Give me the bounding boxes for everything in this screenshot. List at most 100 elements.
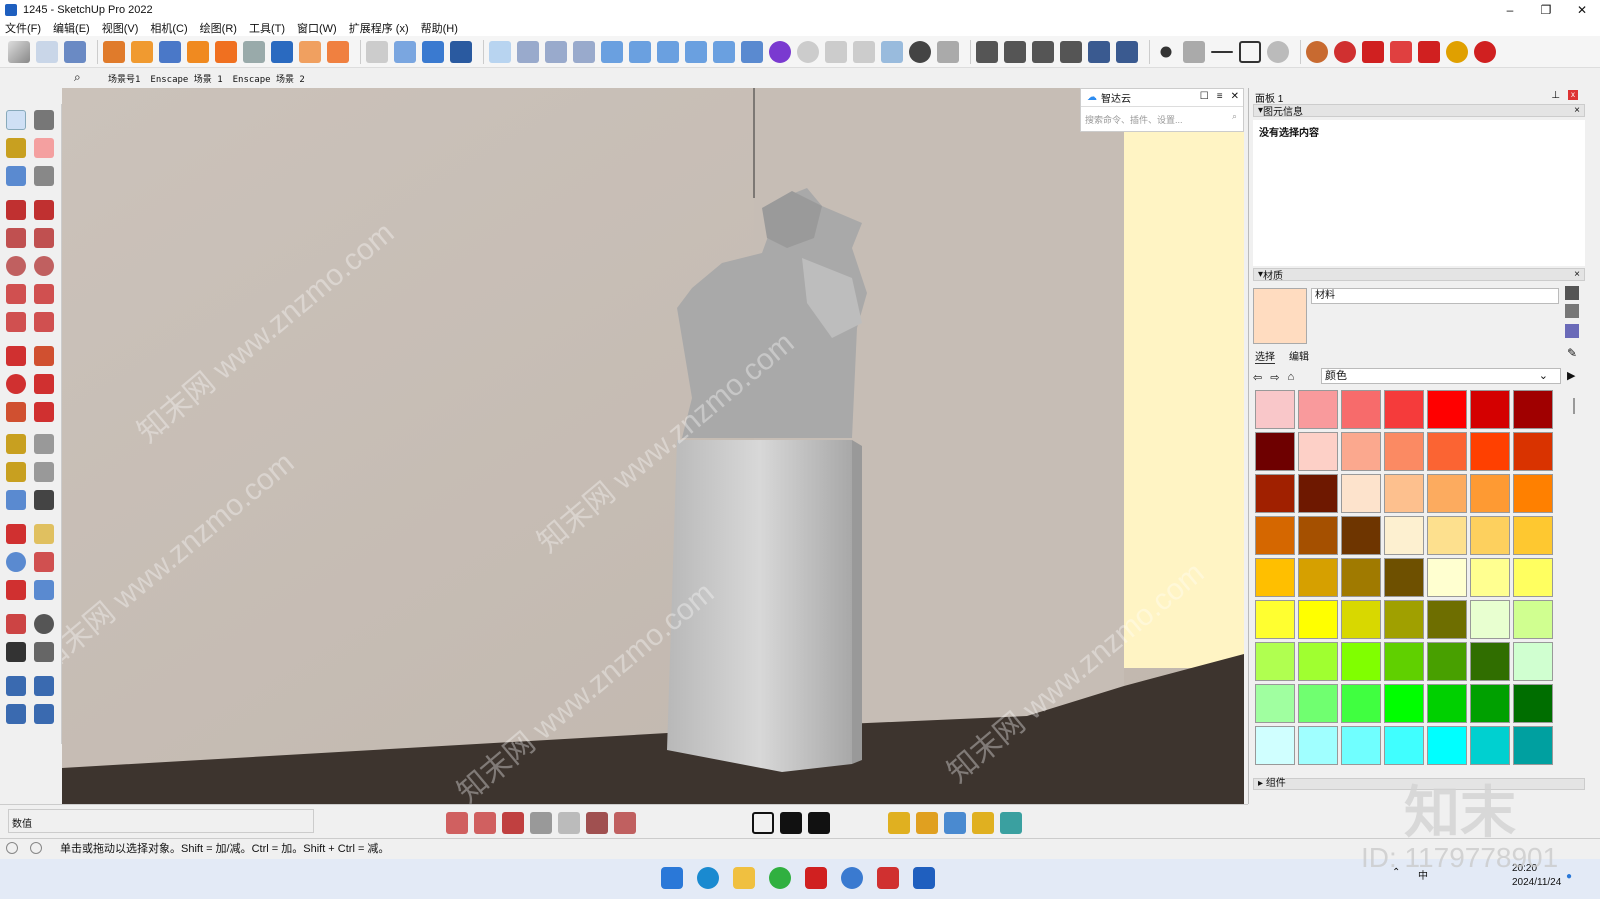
molecule-icon[interactable] bbox=[629, 40, 651, 63]
close-icon[interactable]: ✕ bbox=[1231, 91, 1239, 102]
orbit-tool-icon[interactable] bbox=[6, 524, 26, 544]
offset-icon[interactable] bbox=[34, 402, 54, 422]
color-swatch[interactable] bbox=[1470, 432, 1510, 471]
material-library-select[interactable]: 颜色 ⌄ bbox=[1321, 368, 1561, 384]
eraser-icon[interactable] bbox=[34, 138, 54, 158]
person-icon[interactable] bbox=[1000, 812, 1022, 834]
menu-edit[interactable]: 编辑(E) bbox=[53, 20, 90, 36]
color-swatch[interactable] bbox=[1513, 726, 1553, 765]
zoom-window-icon[interactable] bbox=[34, 552, 54, 572]
create-material-icon[interactable] bbox=[1565, 286, 1579, 300]
scene-tab[interactable]: Enscape 场景 2 bbox=[233, 72, 305, 85]
solid-icon[interactable] bbox=[502, 812, 524, 834]
pan-hand-icon[interactable] bbox=[34, 524, 54, 544]
view-front-icon[interactable] bbox=[1032, 40, 1054, 63]
square-icon[interactable] bbox=[1239, 40, 1261, 63]
color-swatch[interactable] bbox=[1384, 390, 1424, 429]
move-icon[interactable] bbox=[6, 346, 26, 366]
materials-header[interactable]: ▾ 材质 × bbox=[1253, 268, 1585, 282]
color-swatch[interactable] bbox=[1470, 684, 1510, 723]
color-swatch[interactable] bbox=[1513, 642, 1553, 681]
wps-icon[interactable] bbox=[877, 867, 899, 889]
video-icon[interactable] bbox=[825, 40, 847, 63]
color-swatch[interactable] bbox=[1384, 600, 1424, 639]
cloud-upload-icon[interactable] bbox=[573, 40, 595, 63]
move-cross-icon[interactable] bbox=[944, 812, 966, 834]
cloud-icon[interactable] bbox=[545, 40, 567, 63]
menu-tools[interactable]: 工具(T) bbox=[249, 20, 285, 36]
menu-file[interactable]: 文件(F) bbox=[5, 20, 41, 36]
component-icon[interactable] bbox=[6, 166, 26, 186]
color-swatch[interactable] bbox=[1384, 642, 1424, 681]
color-swatch[interactable] bbox=[1470, 642, 1510, 681]
crosshair-icon[interactable] bbox=[366, 40, 388, 63]
color-swatch[interactable] bbox=[1513, 390, 1553, 429]
notification-icon[interactable]: ● bbox=[1566, 871, 1572, 882]
color-swatch[interactable] bbox=[1384, 516, 1424, 555]
close-icon[interactable]: × bbox=[1574, 105, 1580, 116]
section-plane-icon[interactable] bbox=[34, 642, 54, 662]
color-swatch[interactable] bbox=[1513, 600, 1553, 639]
search-icon[interactable]: ⌕ bbox=[74, 70, 81, 85]
acrobat-icon[interactable] bbox=[805, 867, 827, 889]
frame-icon[interactable] bbox=[299, 40, 321, 63]
red-tag-icon[interactable] bbox=[1362, 40, 1384, 63]
color-swatch[interactable] bbox=[1384, 474, 1424, 513]
color-swatch[interactable] bbox=[1255, 558, 1295, 597]
curve-icon[interactable] bbox=[271, 40, 293, 63]
eyedropper-icon[interactable]: ✎ bbox=[1567, 346, 1577, 360]
close-icon[interactable]: ✕ bbox=[1564, 0, 1600, 20]
color-swatch[interactable] bbox=[1255, 600, 1295, 639]
paint-icon[interactable] bbox=[103, 40, 125, 63]
color-swatch[interactable] bbox=[1341, 726, 1381, 765]
color-swatch[interactable] bbox=[1341, 600, 1381, 639]
tab-edit[interactable]: 编辑 bbox=[1289, 348, 1309, 364]
view-back-icon[interactable] bbox=[1088, 40, 1110, 63]
rotate-icon[interactable] bbox=[6, 374, 26, 394]
geo-location-icon[interactable] bbox=[6, 841, 18, 854]
windows-start-icon[interactable] bbox=[661, 867, 683, 889]
glove-icon[interactable] bbox=[558, 812, 580, 834]
color-swatch[interactable] bbox=[1298, 642, 1338, 681]
info-icon[interactable] bbox=[30, 841, 42, 854]
color-swatch[interactable] bbox=[1341, 516, 1381, 555]
scene-tab[interactable]: 场景号1 bbox=[108, 72, 140, 85]
model-icon[interactable] bbox=[808, 812, 830, 834]
search-icon[interactable] bbox=[841, 867, 863, 889]
back-icon[interactable]: ⇦ bbox=[1253, 371, 1262, 384]
look-around-icon[interactable] bbox=[34, 614, 54, 634]
color-swatch[interactable] bbox=[1470, 558, 1510, 597]
color-swatch[interactable] bbox=[1255, 642, 1295, 681]
color-swatch[interactable] bbox=[1384, 684, 1424, 723]
rotated-rect-icon[interactable] bbox=[34, 228, 54, 248]
sketchup-taskbar-icon[interactable] bbox=[913, 867, 935, 889]
dimension-icon[interactable] bbox=[34, 434, 54, 454]
color-swatch[interactable] bbox=[1255, 390, 1295, 429]
orbit-icon[interactable] bbox=[34, 110, 54, 130]
close-icon[interactable]: x bbox=[1568, 90, 1578, 100]
check-icon[interactable] bbox=[657, 40, 679, 63]
freehand-icon[interactable] bbox=[34, 200, 54, 220]
sandbox-icon[interactable] bbox=[6, 676, 26, 696]
menu-icon[interactable]: ≡ bbox=[1217, 91, 1223, 102]
box-icon[interactable] bbox=[131, 40, 153, 63]
minimize-icon[interactable]: – bbox=[1492, 0, 1528, 20]
book-plugin-icon[interactable] bbox=[1418, 40, 1440, 63]
entity-info-header[interactable]: ▾ 图元信息 × bbox=[1253, 104, 1585, 118]
scale-icon[interactable] bbox=[6, 402, 26, 422]
color-swatch[interactable] bbox=[1255, 432, 1295, 471]
menu-help[interactable]: 帮助(H) bbox=[421, 20, 458, 36]
gear-dark-icon[interactable] bbox=[909, 40, 931, 63]
cut-icon[interactable] bbox=[614, 812, 636, 834]
environment-icon[interactable] bbox=[780, 812, 802, 834]
scrollbar-thumb[interactable] bbox=[1573, 398, 1575, 414]
follow-me-icon[interactable] bbox=[64, 40, 86, 63]
arc3-icon[interactable] bbox=[6, 312, 26, 332]
close-icon[interactable]: × bbox=[1574, 269, 1580, 280]
details-arrow-icon[interactable]: ▶ bbox=[1567, 369, 1575, 382]
record-icon[interactable] bbox=[797, 40, 819, 63]
color-swatch[interactable] bbox=[1341, 558, 1381, 597]
help-cursor-icon[interactable] bbox=[881, 40, 903, 63]
cube-dark-icon[interactable] bbox=[450, 40, 472, 63]
chrome-icon[interactable] bbox=[741, 40, 763, 63]
